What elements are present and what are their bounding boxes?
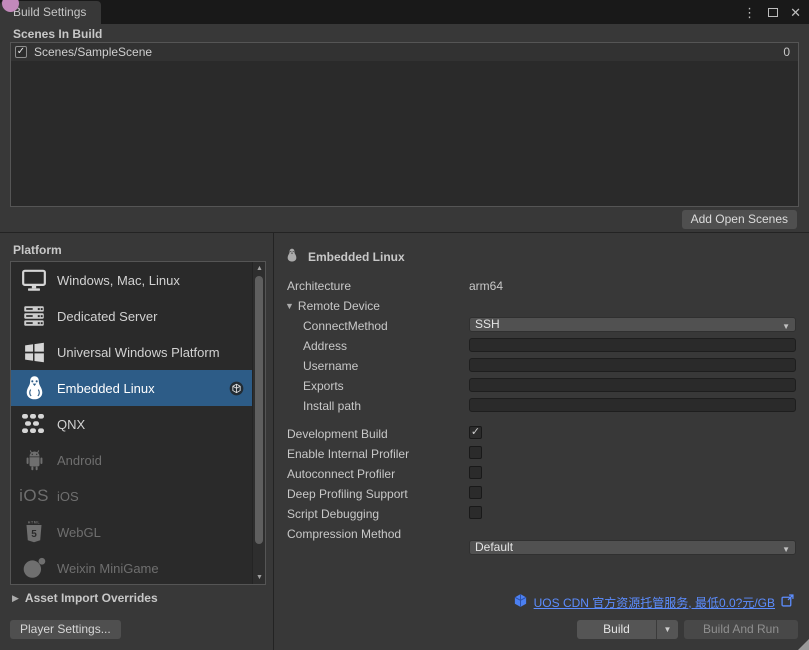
scroll-down-icon[interactable]: ▼ [253,571,266,584]
scene-build-index: 0 [783,45,790,59]
development-build-checkbox[interactable]: ✓ [469,426,482,439]
chevron-down-icon: ▼ [782,320,790,333]
scene-label: Scenes/SampleScene [34,45,783,59]
address-label: Address [303,339,347,353]
uos-cube-icon [513,593,528,611]
scenes-in-build-header: Scenes In Build [13,27,102,41]
scene-row[interactable]: ✓ Scenes/SampleScene 0 [11,43,798,61]
autoconnect-profiler-label: Autoconnect Profiler [287,467,395,481]
connect-method-dropdown[interactable]: SSH ▼ [469,317,796,332]
foldout-open-icon: ▼ [285,301,294,311]
install-path-label: Install path [303,399,361,413]
platform-listbox: Windows, Mac, Linux Dedicated Server Uni… [10,261,266,585]
penguin-small-icon [285,248,299,266]
close-icon[interactable]: ✕ [790,6,801,19]
exports-label: Exports [303,379,344,393]
uos-cdn-row: UOS CDN 官方资源托管服务, 最低0.0?元/GB [513,593,794,611]
architecture-value: arm64 [469,279,796,293]
server-icon [11,303,57,329]
player-settings-button[interactable]: Player Settings... [10,620,121,639]
compression-method-dropdown[interactable]: Default ▼ [469,540,796,555]
platform-item-dedicated-server[interactable]: Dedicated Server [11,298,252,334]
uos-cdn-link[interactable]: UOS CDN 官方资源托管服务, 最低0.0?元/GB [534,594,775,611]
remote-device-label: Remote Device [298,299,380,313]
enable-internal-profiler-checkbox[interactable] [469,446,482,459]
platform-item-qnx[interactable]: QNX [11,406,252,442]
scenes-list: ✓ Scenes/SampleScene 0 [10,42,799,207]
monitor-icon [11,267,57,293]
penguin-icon [11,375,57,402]
foldout-closed-icon: ▶ [12,593,19,604]
selected-platform-title: Embedded Linux [308,250,405,264]
window-title: Build Settings [13,5,86,19]
architecture-label: Architecture [287,279,351,293]
build-split-button: Build ▼ [577,620,678,639]
package-icon [229,381,244,396]
script-debugging-checkbox[interactable] [469,506,482,519]
platform-item-android[interactable]: Android [11,442,252,478]
external-link-icon[interactable] [781,594,794,610]
build-dropdown-icon[interactable]: ▼ [657,620,678,639]
platform-item-universal-windows-platform[interactable]: Universal Windows Platform [11,334,252,370]
platform-header: Platform [13,243,62,257]
html5-icon: HTML 5 [11,519,57,546]
scroll-up-icon[interactable]: ▲ [253,262,266,275]
platform-item-weixin-minigame[interactable]: Weixin MiniGame [11,550,252,585]
address-field[interactable] [469,338,796,352]
platform-item-webgl[interactable]: HTML5 WebGL [11,514,252,550]
platform-scrollbar[interactable]: ▲ ▼ [252,262,265,584]
maximize-icon[interactable] [768,8,778,17]
scrollbar-thumb[interactable] [255,276,263,544]
resize-grip[interactable] [798,639,809,650]
connect-method-label: ConnectMethod [303,319,388,333]
deep-profiling-support-label: Deep Profiling Support [287,487,408,501]
titlebar: Build Settings ⋮ ✕ [0,0,809,24]
add-open-scenes-button[interactable]: Add Open Scenes [682,210,797,229]
vertical-divider [273,233,274,650]
build-and-run-button[interactable]: Build And Run [684,620,798,639]
compression-method-label: Compression Method [287,527,401,541]
horizontal-divider [0,232,809,233]
svg-text:5: 5 [31,529,37,540]
platform-item-windows-mac-linux[interactable]: Windows, Mac, Linux [11,262,252,298]
svg-text:HTML: HTML [28,520,41,524]
build-button[interactable]: Build [577,620,656,639]
chevron-down-icon: ▼ [782,543,790,556]
username-label: Username [303,359,358,373]
autoconnect-profiler-checkbox[interactable] [469,466,482,479]
deep-profiling-support-checkbox[interactable] [469,486,482,499]
ios-text-icon: iOS [11,486,57,506]
exports-field[interactable] [469,378,796,392]
android-icon [11,447,57,473]
window-controls: ⋮ ✕ [743,0,801,24]
selected-platform-header: Embedded Linux [285,248,405,266]
enable-internal-profiler-label: Enable Internal Profiler [287,447,409,461]
qnx-icon [11,413,57,435]
install-path-field[interactable] [469,398,796,412]
remote-device-foldout[interactable]: ▼ Remote Device [285,299,380,313]
development-build-label: Development Build [287,427,388,441]
platform-item-embedded-linux[interactable]: Embedded Linux [11,370,252,406]
weixin-icon [11,555,57,581]
script-debugging-label: Script Debugging [287,507,379,521]
asset-import-overrides-foldout[interactable]: ▶ Asset Import Overrides [12,591,158,605]
platform-item-ios[interactable]: iOS iOS [11,478,252,514]
kebab-menu-icon[interactable]: ⋮ [743,6,756,19]
scene-checkbox[interactable]: ✓ [15,46,27,58]
windows-icon [11,340,57,365]
username-field[interactable] [469,358,796,372]
